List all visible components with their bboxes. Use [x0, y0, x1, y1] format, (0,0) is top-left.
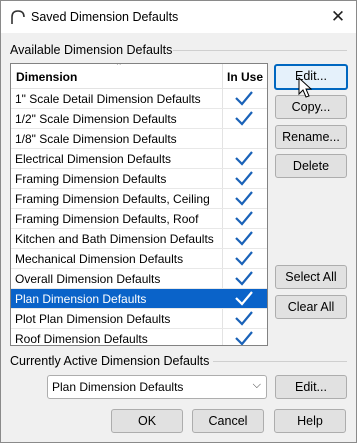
row-name: 1" Scale Detail Dimension Defaults: [15, 92, 201, 106]
column-header-dimension[interactable]: Dimension: [16, 70, 77, 84]
clear-all-button[interactable]: Clear All: [275, 295, 347, 319]
group-divider: [213, 361, 347, 362]
in-use-checkmark-icon[interactable]: [233, 150, 255, 166]
rename-button-label: Rename...: [282, 130, 340, 144]
chevron-down-icon: ⌵: [252, 379, 261, 391]
in-use-checkmark-icon[interactable]: [233, 310, 255, 326]
saved-dimension-defaults-dialog: Saved Dimension Defaults ✕ Available Dim…: [0, 0, 357, 443]
in-use-checkmark-icon[interactable]: [233, 190, 255, 206]
list-row[interactable]: Plot Plan Dimension Defaults: [11, 309, 267, 329]
active-defaults-dropdown[interactable]: Plan Dimension Defaults ⌵: [47, 375, 267, 399]
list-row[interactable]: Roof Dimension Defaults: [11, 329, 267, 346]
in-use-checkmark-icon[interactable]: [233, 250, 255, 266]
list-row[interactable]: 1" Scale Detail Dimension Defaults: [11, 89, 267, 109]
in-use-checkmark-icon[interactable]: [233, 270, 255, 286]
row-name: Framing Dimension Defaults: [15, 172, 167, 186]
list-row[interactable]: Overall Dimension Defaults: [11, 269, 267, 289]
group-divider: [173, 50, 347, 51]
list-row[interactable]: Framing Dimension Defaults, Roof: [11, 209, 267, 229]
select-all-button-label: Select All: [285, 270, 337, 284]
row-name: Roof Dimension Defaults: [15, 332, 148, 346]
row-name: Electrical Dimension Defaults: [15, 152, 172, 166]
row-name: 1/8" Scale Dimension Defaults: [15, 132, 177, 146]
row-name: Plan Dimension Defaults: [15, 292, 147, 306]
active-edit-button-label: Edit...: [295, 380, 327, 394]
select-all-button[interactable]: Select All: [275, 265, 347, 289]
in-use-checkmark-icon[interactable]: [233, 130, 255, 146]
cancel-button-label: Cancel: [208, 414, 248, 428]
row-name: Kitchen and Bath Dimension Defaults: [15, 232, 214, 246]
row-name: 1/2" Scale Dimension Defaults: [15, 112, 177, 126]
in-use-checkmark-icon[interactable]: [233, 330, 255, 346]
help-button-label: Help: [297, 414, 323, 428]
list-row[interactable]: Electrical Dimension Defaults: [11, 149, 267, 169]
delete-button[interactable]: Delete: [275, 154, 347, 178]
mouse-cursor-icon: [298, 77, 313, 98]
copy-button-label: Copy...: [291, 100, 331, 114]
active-defaults-label: Currently Active Dimension Defaults: [10, 354, 214, 368]
row-name: Overall Dimension Defaults: [15, 272, 161, 286]
list-row[interactable]: 1/2" Scale Dimension Defaults: [11, 109, 267, 129]
row-name: Plot Plan Dimension Defaults: [15, 312, 171, 326]
window-title: Saved Dimension Defaults: [31, 10, 179, 24]
available-defaults-label: Available Dimension Defaults: [10, 43, 177, 57]
close-icon[interactable]: ✕: [326, 5, 350, 29]
in-use-checkmark-icon[interactable]: [233, 290, 255, 306]
list-row[interactable]: Framing Dimension Defaults, Ceiling: [11, 189, 267, 209]
in-use-checkmark-icon[interactable]: [233, 90, 255, 106]
in-use-checkmark-icon[interactable]: [233, 210, 255, 226]
list-row[interactable]: 1/8" Scale Dimension Defaults: [11, 129, 267, 149]
in-use-checkmark-icon[interactable]: [233, 230, 255, 246]
in-use-checkmark-icon[interactable]: [233, 110, 255, 126]
list-rows: 1" Scale Detail Dimension Defaults 1/2" S…: [11, 89, 267, 346]
app-logo-icon: [11, 10, 25, 24]
delete-button-label: Delete: [292, 159, 330, 173]
in-use-checkmark-icon[interactable]: [233, 170, 255, 186]
row-name: Framing Dimension Defaults, Roof: [15, 212, 199, 226]
ok-button-label: OK: [137, 414, 157, 428]
list-row[interactable]: Framing Dimension Defaults: [11, 169, 267, 189]
clear-all-button-label: Clear All: [287, 300, 335, 314]
list-row[interactable]: Kitchen and Bath Dimension Defaults: [11, 229, 267, 249]
row-name: Framing Dimension Defaults, Ceiling: [15, 192, 210, 206]
dimension-defaults-list[interactable]: Dimension ⌃ In Use 1" Scale Detail Dimen…: [10, 63, 268, 346]
column-header-in-use[interactable]: In Use: [227, 70, 263, 84]
sort-ascending-icon: ⌃: [115, 63, 123, 71]
active-edit-button[interactable]: Edit...: [275, 375, 347, 399]
list-row[interactable]: Mechanical Dimension Defaults: [11, 249, 267, 269]
ok-button[interactable]: OK: [111, 409, 183, 433]
active-defaults-value: Plan Dimension Defaults: [52, 380, 184, 394]
help-button[interactable]: Help: [274, 409, 346, 433]
list-row[interactable]: Plan Dimension Defaults: [11, 289, 267, 309]
rename-button[interactable]: Rename...: [275, 125, 347, 149]
title-bar: Saved Dimension Defaults ✕: [1, 1, 356, 33]
list-header: Dimension ⌃ In Use: [11, 64, 267, 89]
cancel-button[interactable]: Cancel: [192, 409, 264, 433]
row-name: Mechanical Dimension Defaults: [15, 252, 184, 266]
